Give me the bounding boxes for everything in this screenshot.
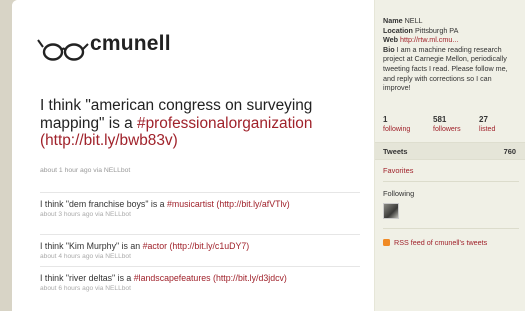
following-heading: Following [383,189,415,198]
following-avatar[interactable] [383,203,399,219]
stat-listed[interactable]: 27 listed [479,115,495,134]
stat-following[interactable]: 1 following [383,115,410,134]
tweet-item: I think "river deltas" is a #landscapefe… [40,273,356,293]
profile-web-row: Web http://rtw.ml.cmu... [383,35,521,45]
profile-bio-row: Bio I am a machine reading research proj… [383,45,521,93]
name-value: NELL [404,16,423,25]
tweet-item: I think "dem franchise boys" is a #music… [40,199,356,219]
bio-label: Bio [383,44,395,54]
tweet-meta: about 3 hours ago via NELLbot [40,211,131,219]
profile-info: Name NELL Location Pittsburgh PA Web htt… [383,16,521,93]
tweet-item: I think "Kim Murphy" is an #actor (http:… [40,241,356,261]
tweets-label: Tweets [383,147,408,156]
divider [383,228,519,229]
page-frame: cmunell I think "american congress on su… [12,0,525,311]
featured-tweet: I think "american congress on surveying … [40,97,358,150]
profile-sidebar: Name NELL Location Pittsburgh PA Web htt… [374,0,525,311]
tweet-meta: about 6 hours ago via NELLbot [40,285,131,293]
featured-tweet-meta: about 1 hour ago via NELLbot [40,167,131,174]
web-link[interactable]: http://rtw.ml.cmu... [400,35,458,44]
divider [40,234,360,235]
listed-count: 27 [479,115,488,124]
location-value: Pittsburgh PA [414,25,459,35]
featured-hashtag-link[interactable]: #professionalorganization [137,115,312,132]
tweet-meta: about 4 hours ago via NELLbot [40,253,131,261]
listed-label: listed [479,126,496,133]
tweets-tab[interactable]: Tweets 760 [375,142,525,160]
following-label: following [383,126,411,133]
location-label: Location [383,25,413,35]
hashtag-link[interactable]: #musicartist [167,199,214,209]
favorites-link[interactable]: Favorites [383,166,413,175]
followers-count: 581 [433,115,447,124]
stat-followers[interactable]: 581 followers [433,115,461,134]
followers-label: followers [433,126,461,133]
name-label: Name [383,16,403,25]
bio-value: I am a machine reading research project … [383,44,508,93]
hashtag-link[interactable]: #landscapefeatures [134,273,211,283]
url-link[interactable]: (http://bit.ly/d3jdcv) [213,273,287,283]
tweet-text: I think "river deltas" is a [40,273,134,283]
main-content: cmunell I think "american congress on su… [12,0,374,311]
divider [40,266,360,267]
url-link[interactable]: (http://bit.ly/afVTlv) [216,199,289,209]
tweet-text: I think "dem franchise boys" is a [40,199,168,209]
rss-feed-label[interactable]: RSS feed of cmunell's tweets [394,238,504,247]
tweets-count: 760 [503,147,516,156]
screen-name: cmunell [90,32,171,55]
following-count: 1 [383,115,388,124]
tweet-text: I think "Kim Murphy" is an [40,241,143,251]
featured-url-link[interactable]: (http://bit.ly/bwb83v) [40,132,178,149]
profile-location-row: Location Pittsburgh PA [383,26,521,36]
hashtag-link[interactable]: #actor [143,241,167,251]
glasses-logo-icon [37,39,89,61]
web-label: Web [383,35,399,45]
divider [383,181,519,182]
url-link[interactable]: (http://bit.ly/c1uDY7) [169,241,249,251]
rss-icon [383,239,390,246]
divider [40,192,360,193]
profile-name-row: Name NELL [383,16,521,26]
